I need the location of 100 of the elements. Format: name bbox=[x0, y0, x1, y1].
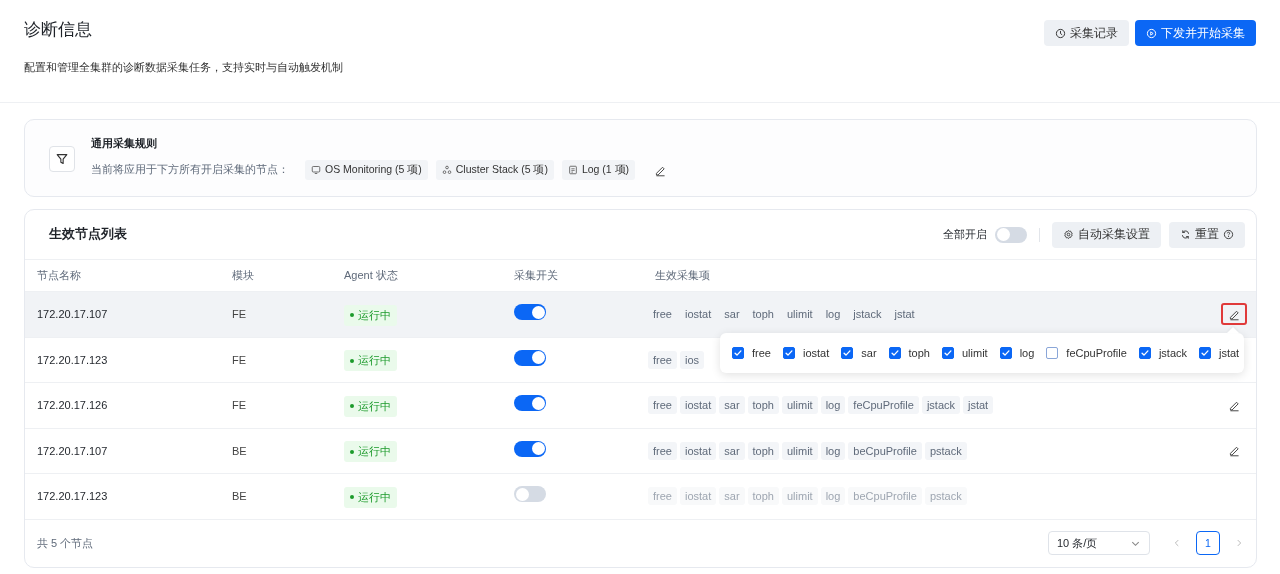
page-size-select[interactable]: 10 条/页 bbox=[1048, 531, 1150, 556]
total-count: 共 5 个节点 bbox=[37, 535, 94, 551]
column-header: 生效采集项 bbox=[655, 268, 711, 283]
collect-item-tag: ulimit bbox=[781, 441, 818, 460]
help-icon bbox=[1223, 229, 1234, 240]
module-cell-text: FE bbox=[232, 399, 248, 412]
page-subtitle: 配置和管理全集群的诊断数据采集任务，支持实时与自动触发机制 bbox=[24, 60, 343, 75]
collect-item-tag: ulimit bbox=[781, 487, 818, 506]
collect-switch[interactable] bbox=[514, 440, 546, 457]
status-badge: 运行中 bbox=[344, 441, 397, 462]
collect-item-tag: iostat bbox=[679, 305, 717, 324]
collect-item-tag: toph bbox=[747, 441, 779, 460]
status-badge: 运行中 bbox=[344, 350, 397, 371]
page-button[interactable]: 1 bbox=[1196, 531, 1220, 556]
checkbox[interactable] bbox=[1138, 347, 1151, 359]
collect-switch[interactable] bbox=[514, 395, 546, 412]
collect-item-tag: toph bbox=[747, 305, 779, 324]
column-header: 模块 bbox=[232, 268, 255, 283]
checkbox[interactable] bbox=[1199, 347, 1211, 359]
collect-switch[interactable] bbox=[514, 486, 546, 503]
collect-item-tag: iostat bbox=[679, 441, 717, 460]
checkbox[interactable] bbox=[841, 347, 854, 359]
clock-icon bbox=[1055, 27, 1066, 39]
cluster-icon bbox=[441, 165, 452, 175]
status-badge: 运行中 bbox=[344, 304, 397, 326]
item-checkbox[interactable]: sar bbox=[841, 347, 877, 359]
collect-item-tag: jstat bbox=[963, 396, 994, 415]
collect-item-tag: log bbox=[820, 305, 846, 324]
start-collection-button[interactable]: 下发并开始采集 bbox=[1135, 20, 1256, 46]
checkmark-icon bbox=[942, 348, 953, 358]
checkbox[interactable] bbox=[782, 347, 795, 359]
item-checkbox[interactable]: jstat bbox=[1199, 347, 1240, 359]
module-cell-text: FE bbox=[232, 308, 248, 321]
module-cell-text: BE bbox=[232, 490, 248, 503]
collect-switch[interactable] bbox=[514, 349, 546, 366]
rule-group-tag: Cluster Stack (5 项) bbox=[435, 160, 554, 180]
rule-group-tag: Log (1 项) bbox=[561, 160, 636, 180]
item-checkbox[interactable]: ulimit bbox=[941, 347, 988, 359]
collect-item-tag: free bbox=[648, 305, 677, 324]
list-title: 生效节点列表 bbox=[49, 226, 127, 243]
reset-button[interactable]: 重置 bbox=[1169, 221, 1245, 248]
collect-item-tag: log bbox=[820, 396, 846, 415]
checkbox[interactable] bbox=[732, 347, 744, 359]
edit-button[interactable] bbox=[1221, 303, 1247, 326]
collect-item-tag: pstack bbox=[924, 441, 967, 460]
collect-item-tag: sar bbox=[719, 305, 745, 324]
collect-item-tag: iostat bbox=[679, 396, 717, 415]
item-checkbox[interactable]: iostat bbox=[782, 347, 830, 359]
item-checkbox[interactable]: free bbox=[732, 347, 771, 359]
auto-collect-settings-button[interactable]: 自动采集设置 bbox=[1052, 221, 1161, 248]
collect-switch[interactable] bbox=[514, 304, 546, 321]
checkmark-icon bbox=[1139, 348, 1150, 358]
collect-item-tag: jstack bbox=[921, 396, 960, 415]
refresh-icon bbox=[1180, 229, 1191, 240]
collect-item-tag: sar bbox=[719, 487, 745, 506]
collect-item-tag: jstack bbox=[848, 305, 887, 324]
rule-group-tag: OS Monitoring (5 项) bbox=[305, 160, 428, 180]
collect-item-tag: feCpuProfile bbox=[848, 396, 919, 415]
collect-item-tag: ulimit bbox=[781, 305, 818, 324]
play-icon bbox=[1146, 27, 1157, 39]
collect-item-tag: beCpuProfile bbox=[848, 487, 922, 506]
collect-item-tag: free bbox=[648, 441, 677, 460]
settings-icon bbox=[1063, 229, 1074, 240]
rule-description: 当前将应用于下方所有开启采集的节点： bbox=[91, 163, 289, 177]
checkbox[interactable] bbox=[941, 347, 954, 359]
item-checkbox[interactable]: feCpuProfile bbox=[1046, 347, 1127, 359]
collect-item-tag: log bbox=[820, 441, 846, 460]
collect-item-tag: free bbox=[648, 350, 677, 369]
collect-item-tag: beCpuProfile bbox=[848, 441, 922, 460]
item-checkbox[interactable]: toph bbox=[888, 347, 930, 359]
rule-title: 通用采集规则 bbox=[91, 136, 158, 151]
collect-item-tag: sar bbox=[719, 441, 745, 460]
enable-all-switch[interactable] bbox=[995, 226, 1027, 243]
node-name-cell-text: 172.20.17.123 bbox=[36, 490, 109, 503]
collect-item-tag: ios bbox=[679, 350, 705, 369]
module-cell-text: BE bbox=[232, 444, 248, 457]
column-header: 采集开关 bbox=[514, 268, 559, 283]
records-button[interactable]: 采集记录 bbox=[1044, 20, 1129, 46]
enable-all-label: 全部开启 bbox=[943, 227, 987, 242]
node-name-cell-text: 172.20.17.123 bbox=[36, 353, 109, 366]
item-checkbox[interactable]: log bbox=[999, 347, 1035, 359]
node-name-cell-text: 172.20.17.107 bbox=[36, 444, 109, 457]
filter-icon bbox=[49, 146, 75, 172]
checkbox[interactable] bbox=[999, 347, 1012, 359]
column-header: 节点名称 bbox=[36, 268, 82, 283]
collect-item-tag: toph bbox=[747, 396, 779, 415]
document-icon bbox=[567, 165, 578, 175]
checkmark-icon bbox=[842, 348, 853, 358]
collect-item-tag: free bbox=[648, 487, 677, 506]
checkbox[interactable] bbox=[1046, 347, 1059, 359]
item-checkbox[interactable]: jstack bbox=[1138, 347, 1187, 359]
checkmark-icon bbox=[889, 348, 900, 358]
checkmark-icon bbox=[733, 348, 743, 358]
collect-item-tag: log bbox=[820, 487, 846, 506]
collect-item-tag: ulimit bbox=[781, 396, 818, 415]
status-badge: 运行中 bbox=[344, 486, 397, 508]
collect-item-tag: sar bbox=[719, 396, 745, 415]
checkbox[interactable] bbox=[888, 347, 901, 359]
node-name-cell-text: 172.20.17.126 bbox=[36, 399, 109, 412]
checkmark-icon bbox=[1200, 348, 1210, 358]
